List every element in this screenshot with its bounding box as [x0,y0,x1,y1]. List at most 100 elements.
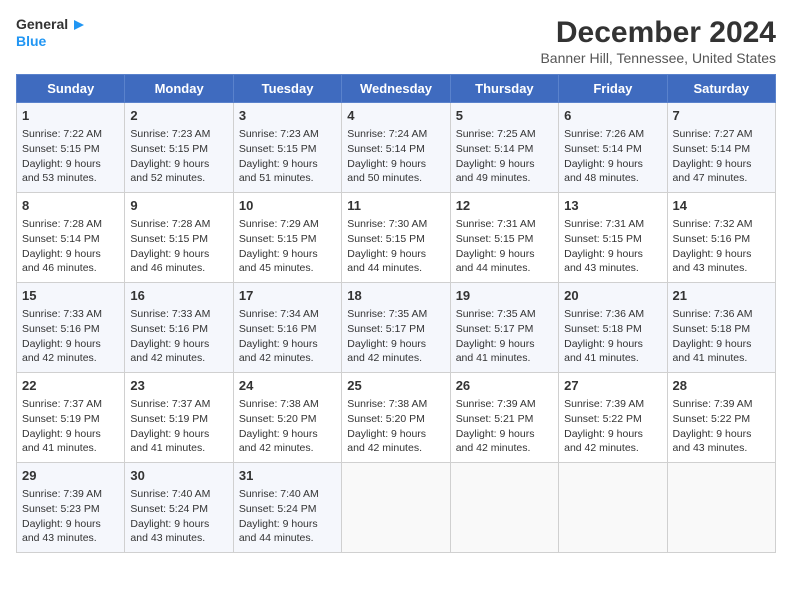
daylight-text: Daylight: 9 hours and 45 minutes. [239,248,318,275]
day-number: 12 [456,197,553,215]
calendar-cell: 6 Sunrise: 7:26 AM Sunset: 5:14 PM Dayli… [559,103,667,193]
calendar-cell: 17 Sunrise: 7:34 AM Sunset: 5:16 PM Dayl… [233,283,341,373]
calendar-cell: 21 Sunrise: 7:36 AM Sunset: 5:18 PM Dayl… [667,283,775,373]
daylight-text: Daylight: 9 hours and 44 minutes. [347,248,426,275]
calendar-cell: 22 Sunrise: 7:37 AM Sunset: 5:19 PM Dayl… [17,373,125,463]
calendar-cell: 31 Sunrise: 7:40 AM Sunset: 5:24 PM Dayl… [233,463,341,553]
sunrise-text: Sunrise: 7:40 AM [130,488,210,500]
weekday-header-sunday: Sunday [17,75,125,103]
daylight-text: Daylight: 9 hours and 42 minutes. [456,428,535,455]
sunset-text: Sunset: 5:14 PM [347,143,425,155]
day-number: 28 [673,377,770,395]
daylight-text: Daylight: 9 hours and 44 minutes. [456,248,535,275]
calendar-cell: 19 Sunrise: 7:35 AM Sunset: 5:17 PM Dayl… [450,283,558,373]
sunset-text: Sunset: 5:16 PM [673,233,751,245]
sunset-text: Sunset: 5:22 PM [673,413,751,425]
sunset-text: Sunset: 5:14 PM [673,143,751,155]
calendar-cell: 30 Sunrise: 7:40 AM Sunset: 5:24 PM Dayl… [125,463,233,553]
sunrise-text: Sunrise: 7:38 AM [239,398,319,410]
sunrise-text: Sunrise: 7:39 AM [673,398,753,410]
daylight-text: Daylight: 9 hours and 44 minutes. [239,518,318,545]
calendar-cell: 25 Sunrise: 7:38 AM Sunset: 5:20 PM Dayl… [342,373,450,463]
calendar-week-row: 29 Sunrise: 7:39 AM Sunset: 5:23 PM Dayl… [17,463,776,553]
calendar-cell: 14 Sunrise: 7:32 AM Sunset: 5:16 PM Dayl… [667,193,775,283]
title-area: December 2024 Banner Hill, Tennessee, Un… [540,16,776,66]
calendar-week-row: 8 Sunrise: 7:28 AM Sunset: 5:14 PM Dayli… [17,193,776,283]
sunset-text: Sunset: 5:17 PM [456,323,534,335]
weekday-header-thursday: Thursday [450,75,558,103]
sunrise-text: Sunrise: 7:38 AM [347,398,427,410]
logo: General Blue [16,16,88,49]
daylight-text: Daylight: 9 hours and 43 minutes. [22,518,101,545]
sunrise-text: Sunrise: 7:40 AM [239,488,319,500]
sunset-text: Sunset: 5:24 PM [239,503,317,515]
sunset-text: Sunset: 5:15 PM [130,143,208,155]
calendar-cell: 15 Sunrise: 7:33 AM Sunset: 5:16 PM Dayl… [17,283,125,373]
day-number: 31 [239,467,336,485]
calendar-cell: 9 Sunrise: 7:28 AM Sunset: 5:15 PM Dayli… [125,193,233,283]
day-number: 10 [239,197,336,215]
sunset-text: Sunset: 5:15 PM [347,233,425,245]
calendar-cell [450,463,558,553]
logo-container: General Blue [16,16,88,49]
calendar-cell: 5 Sunrise: 7:25 AM Sunset: 5:14 PM Dayli… [450,103,558,193]
calendar-week-row: 1 Sunrise: 7:22 AM Sunset: 5:15 PM Dayli… [17,103,776,193]
sunrise-text: Sunrise: 7:39 AM [456,398,536,410]
sunset-text: Sunset: 5:14 PM [564,143,642,155]
sunset-text: Sunset: 5:16 PM [22,323,100,335]
weekday-header-wednesday: Wednesday [342,75,450,103]
sunrise-text: Sunrise: 7:37 AM [22,398,102,410]
weekday-header-tuesday: Tuesday [233,75,341,103]
logo-arrow-icon [70,16,88,34]
day-number: 1 [22,107,119,125]
daylight-text: Daylight: 9 hours and 42 minutes. [130,338,209,365]
sunrise-text: Sunrise: 7:25 AM [456,128,536,140]
sunrise-text: Sunrise: 7:39 AM [22,488,102,500]
calendar-cell: 4 Sunrise: 7:24 AM Sunset: 5:14 PM Dayli… [342,103,450,193]
sunrise-text: Sunrise: 7:34 AM [239,308,319,320]
daylight-text: Daylight: 9 hours and 43 minutes. [673,248,752,275]
calendar-cell: 27 Sunrise: 7:39 AM Sunset: 5:22 PM Dayl… [559,373,667,463]
sunrise-text: Sunrise: 7:26 AM [564,128,644,140]
sunrise-text: Sunrise: 7:33 AM [130,308,210,320]
daylight-text: Daylight: 9 hours and 42 minutes. [239,428,318,455]
sunrise-text: Sunrise: 7:29 AM [239,218,319,230]
calendar-cell: 18 Sunrise: 7:35 AM Sunset: 5:17 PM Dayl… [342,283,450,373]
logo-general: General [16,17,68,32]
sunrise-text: Sunrise: 7:22 AM [22,128,102,140]
sunrise-text: Sunrise: 7:32 AM [673,218,753,230]
sunset-text: Sunset: 5:14 PM [456,143,534,155]
day-number: 22 [22,377,119,395]
day-number: 9 [130,197,227,215]
calendar-cell: 20 Sunrise: 7:36 AM Sunset: 5:18 PM Dayl… [559,283,667,373]
day-number: 26 [456,377,553,395]
sunrise-text: Sunrise: 7:39 AM [564,398,644,410]
sunrise-text: Sunrise: 7:36 AM [673,308,753,320]
calendar-cell: 1 Sunrise: 7:22 AM Sunset: 5:15 PM Dayli… [17,103,125,193]
calendar-week-row: 22 Sunrise: 7:37 AM Sunset: 5:19 PM Dayl… [17,373,776,463]
calendar-cell: 7 Sunrise: 7:27 AM Sunset: 5:14 PM Dayli… [667,103,775,193]
sunset-text: Sunset: 5:17 PM [347,323,425,335]
day-number: 27 [564,377,661,395]
sunrise-text: Sunrise: 7:30 AM [347,218,427,230]
logo-blue: Blue [16,34,46,49]
daylight-text: Daylight: 9 hours and 42 minutes. [347,428,426,455]
calendar-cell: 2 Sunrise: 7:23 AM Sunset: 5:15 PM Dayli… [125,103,233,193]
sunrise-text: Sunrise: 7:24 AM [347,128,427,140]
day-number: 6 [564,107,661,125]
sunset-text: Sunset: 5:24 PM [130,503,208,515]
day-number: 11 [347,197,444,215]
calendar-cell: 28 Sunrise: 7:39 AM Sunset: 5:22 PM Dayl… [667,373,775,463]
day-number: 4 [347,107,444,125]
day-number: 15 [22,287,119,305]
sunset-text: Sunset: 5:15 PM [22,143,100,155]
daylight-text: Daylight: 9 hours and 49 minutes. [456,158,535,185]
day-number: 19 [456,287,553,305]
sunrise-text: Sunrise: 7:36 AM [564,308,644,320]
location-subtitle: Banner Hill, Tennessee, United States [540,50,776,66]
calendar-cell: 13 Sunrise: 7:31 AM Sunset: 5:15 PM Dayl… [559,193,667,283]
sunset-text: Sunset: 5:20 PM [239,413,317,425]
sunrise-text: Sunrise: 7:27 AM [673,128,753,140]
calendar-cell: 10 Sunrise: 7:29 AM Sunset: 5:15 PM Dayl… [233,193,341,283]
sunset-text: Sunset: 5:15 PM [239,143,317,155]
